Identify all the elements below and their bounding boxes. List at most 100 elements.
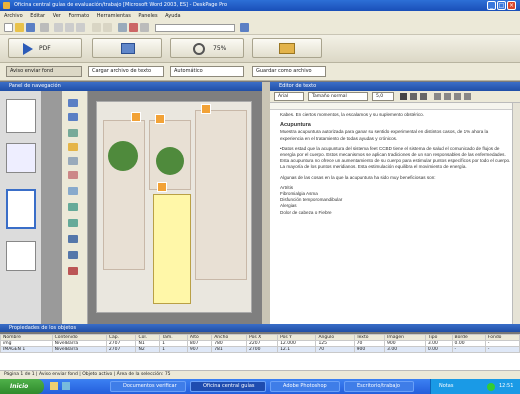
table-cell[interactable]: N2 bbox=[135, 346, 161, 353]
save-select[interactable]: Guardar como archivo bbox=[252, 66, 326, 77]
pdf-export-button[interactable]: PDF bbox=[8, 38, 82, 58]
undo-icon[interactable] bbox=[92, 23, 101, 32]
redo-icon[interactable] bbox=[103, 23, 112, 32]
align-left-icon[interactable] bbox=[434, 93, 441, 100]
taskbar-task-active[interactable]: Oficina central guías bbox=[190, 381, 266, 392]
font-select[interactable]: Aviso enviar fond bbox=[6, 66, 82, 77]
new-icon[interactable] bbox=[4, 23, 13, 32]
shape-icon[interactable] bbox=[68, 171, 78, 179]
color-icon[interactable] bbox=[129, 23, 138, 32]
menu-format[interactable]: Formato bbox=[68, 13, 89, 19]
table-cell[interactable]: - bbox=[451, 346, 486, 353]
mode-select[interactable]: Automático bbox=[170, 66, 244, 77]
underline-icon[interactable] bbox=[420, 93, 427, 100]
zoom-in-icon[interactable] bbox=[68, 235, 78, 243]
page-thumbnail[interactable] bbox=[6, 143, 36, 173]
cut-icon[interactable] bbox=[54, 23, 63, 32]
close-button[interactable]: × bbox=[507, 1, 516, 10]
editor-scrollbar[interactable] bbox=[512, 103, 520, 324]
source-select[interactable]: Cargar archivo de texto bbox=[88, 66, 164, 77]
select-icon[interactable] bbox=[68, 99, 78, 107]
menu-file[interactable]: Archivo bbox=[4, 13, 23, 19]
import-button[interactable] bbox=[92, 38, 162, 58]
table-cell[interactable]: 2707 bbox=[105, 346, 137, 353]
menu-edit[interactable]: Editar bbox=[30, 13, 45, 19]
crop-icon[interactable] bbox=[68, 219, 78, 227]
maximize-button[interactable]: □ bbox=[497, 1, 506, 10]
rotate-icon[interactable] bbox=[68, 203, 78, 211]
taskbar-task[interactable]: Adobe Photoshop bbox=[270, 381, 340, 392]
table-cell[interactable]: 12.1 bbox=[277, 346, 317, 353]
search-field[interactable] bbox=[155, 24, 235, 32]
table-cell[interactable]: IMAGEN 1 bbox=[0, 346, 53, 353]
paste-icon[interactable] bbox=[76, 23, 85, 32]
font-family-select[interactable]: Arial bbox=[274, 92, 304, 101]
copy-icon[interactable] bbox=[65, 23, 74, 32]
play-icon bbox=[23, 43, 33, 55]
table-cell[interactable]: 0.00 bbox=[424, 346, 453, 353]
table-cell[interactable]: 3.00 bbox=[384, 346, 426, 353]
frame-handle-icon[interactable] bbox=[157, 182, 167, 192]
zoom-button[interactable]: 75% bbox=[170, 38, 244, 58]
middle-column-frame[interactable] bbox=[149, 120, 191, 190]
open-icon[interactable] bbox=[15, 23, 24, 32]
help-icon[interactable] bbox=[240, 23, 249, 32]
align-right-icon[interactable] bbox=[454, 93, 461, 100]
frame-handle-icon[interactable] bbox=[131, 112, 141, 122]
image-icon[interactable] bbox=[68, 129, 78, 137]
table-icon[interactable] bbox=[68, 157, 78, 165]
link-icon[interactable] bbox=[68, 187, 78, 195]
save-icon[interactable] bbox=[26, 23, 35, 32]
right-column-frame[interactable] bbox=[195, 110, 247, 280]
table-cell[interactable]: 70 bbox=[315, 346, 355, 353]
minimize-button[interactable]: _ bbox=[487, 1, 496, 10]
page-thumbnail[interactable] bbox=[6, 99, 36, 133]
zoom-out-icon[interactable] bbox=[68, 251, 78, 259]
table-cell[interactable]: 2700 bbox=[246, 346, 279, 353]
bold-icon[interactable] bbox=[400, 93, 407, 100]
layout-button[interactable] bbox=[252, 38, 322, 58]
delete-icon[interactable] bbox=[68, 267, 78, 275]
zoom-icon[interactable] bbox=[118, 23, 127, 32]
table-row[interactable]: IMAGEN 1 NivelBarra 2707 N2 1 907 781 27… bbox=[0, 346, 520, 353]
table-cell[interactable]: 781 bbox=[211, 346, 248, 353]
frame-icon[interactable] bbox=[68, 143, 78, 151]
style-select[interactable]: Tamaño normal bbox=[308, 92, 368, 101]
table-cell[interactable]: - bbox=[484, 346, 520, 353]
align-center-icon[interactable] bbox=[444, 93, 451, 100]
italic-icon[interactable] bbox=[410, 93, 417, 100]
text-editor[interactable]: Arial Tamaño normal 5,0 Kabes. En cierto… bbox=[270, 91, 520, 324]
page-thumbnail[interactable] bbox=[6, 189, 36, 229]
justify-icon[interactable] bbox=[464, 93, 471, 100]
text-icon[interactable] bbox=[68, 113, 78, 121]
taskbar-task[interactable]: Escritorio/trabajo bbox=[344, 381, 414, 392]
document-text[interactable]: Kabes. En ciertos momentos, la escalamos… bbox=[280, 112, 512, 216]
layout-icon bbox=[279, 43, 295, 54]
network-icon[interactable] bbox=[487, 383, 495, 391]
taskbar-task[interactable]: Documentos verificar bbox=[110, 381, 186, 392]
table-cell[interactable]: 900 bbox=[353, 346, 386, 353]
ruler[interactable] bbox=[270, 103, 520, 110]
frame-handle-icon[interactable] bbox=[155, 114, 165, 124]
quicklaunch-icon[interactable] bbox=[50, 382, 58, 390]
table-cell[interactable]: 907 bbox=[186, 346, 213, 353]
table-cell[interactable]: 1 bbox=[159, 346, 188, 353]
page-thumbnail[interactable] bbox=[6, 241, 36, 271]
menu-panels[interactable]: Paneles bbox=[138, 13, 157, 19]
splitter[interactable] bbox=[262, 82, 270, 324]
print-icon[interactable] bbox=[40, 23, 49, 32]
layout-page[interactable] bbox=[96, 101, 252, 313]
menu-tools[interactable]: Herramientas bbox=[97, 13, 131, 19]
size-select[interactable]: 5,0 bbox=[372, 92, 394, 101]
highlight-box[interactable] bbox=[153, 194, 191, 304]
start-button[interactable]: Inicio bbox=[0, 379, 44, 394]
left-column-frame[interactable] bbox=[103, 120, 145, 270]
frame-handle-icon[interactable] bbox=[201, 104, 211, 114]
quicklaunch-icon[interactable] bbox=[62, 382, 70, 390]
tray-label[interactable]: Notas bbox=[439, 383, 453, 389]
menu-view[interactable]: Ver bbox=[53, 13, 61, 19]
grid-icon[interactable] bbox=[140, 23, 149, 32]
table-cell[interactable]: NivelBarra bbox=[51, 346, 107, 353]
menu-help[interactable]: Ayuda bbox=[165, 13, 180, 19]
app-icon[interactable] bbox=[3, 2, 10, 9]
